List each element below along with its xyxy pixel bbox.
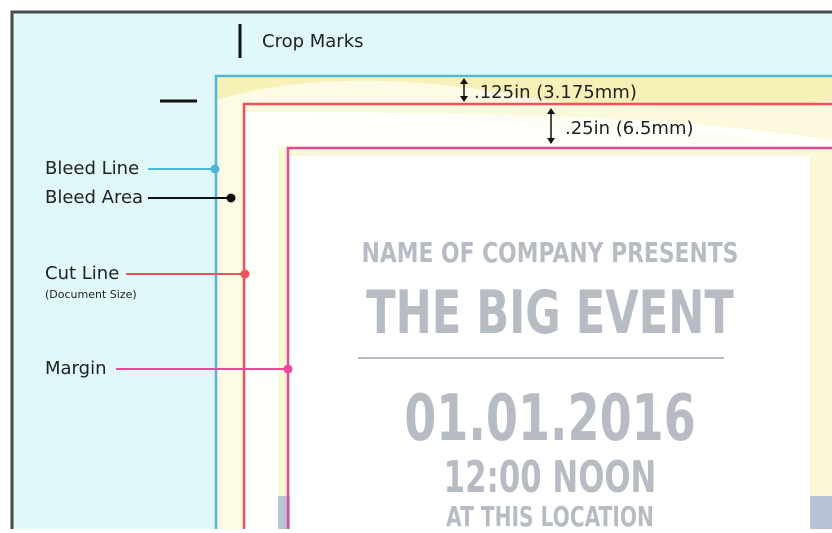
print-guide-diagram: Crop Marks .125in (3.175mm) .25in (6.5mm… [0, 0, 832, 533]
flyer-location: AT THIS LOCATION [446, 500, 654, 533]
cut-line-note: (Document Size) [45, 288, 137, 301]
bleed-dimension-label: .125in (3.175mm) [474, 82, 637, 103]
flyer-presenter: NAME OF COMPANY PRESENTS [361, 236, 739, 269]
cut-line-label: Cut Line [45, 263, 120, 284]
margin-dot [283, 364, 293, 374]
bleed-line-label: Bleed Line [45, 158, 140, 179]
bleed-line-dot [210, 164, 220, 174]
flyer-time: 12:00 NOON [443, 452, 657, 503]
crop-marks-label: Crop Marks [262, 31, 364, 52]
flyer-event-title: THE BIG EVENT [366, 278, 734, 348]
margin-label: Margin [45, 358, 107, 379]
bleed-area-label: Bleed Area [45, 187, 144, 208]
flyer-date: 01.01.2016 [404, 382, 696, 456]
margin-dimension-label: .25in (6.5mm) [565, 118, 694, 139]
panel-accent-right [810, 496, 832, 529]
cut-line-dot [240, 269, 250, 279]
bleed-area-dot [226, 193, 236, 203]
